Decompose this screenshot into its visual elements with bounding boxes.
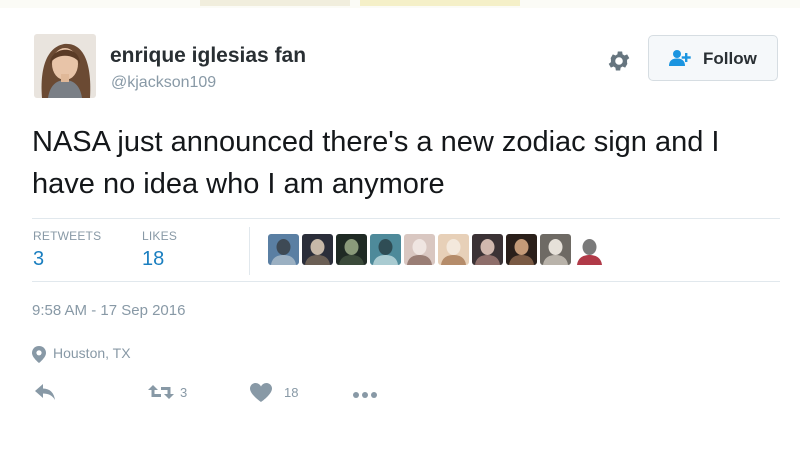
follow-label: Follow <box>703 49 757 68</box>
liker-avatar-4[interactable] <box>370 234 401 265</box>
divider <box>32 281 780 282</box>
location-text[interactable]: Houston, TX <box>53 345 131 361</box>
location-pin-icon <box>32 346 46 363</box>
reply-icon[interactable] <box>34 383 56 406</box>
liker-avatar-8[interactable] <box>506 234 537 265</box>
likes-label: LIKES <box>142 229 178 243</box>
user-handle[interactable]: @kjackson109 <box>111 74 216 92</box>
retweets-count[interactable]: 3 <box>33 248 44 271</box>
avatar[interactable] <box>34 34 96 98</box>
retweets-label: RETWEETS <box>33 229 102 243</box>
more-icon[interactable] <box>352 386 378 404</box>
heart-icon[interactable] <box>250 383 272 407</box>
top-strip-segment <box>360 0 520 6</box>
liker-avatar-6[interactable] <box>438 234 469 265</box>
follow-button[interactable]: Follow <box>648 35 778 81</box>
add-user-icon <box>669 49 691 67</box>
like-count: 18 <box>284 385 299 400</box>
display-name[interactable]: enrique iglesias fan <box>110 44 306 68</box>
liker-avatar-7[interactable] <box>472 234 503 265</box>
likes-count[interactable]: 18 <box>142 248 164 271</box>
liker-avatar-1[interactable] <box>268 234 299 265</box>
retweet-icon[interactable] <box>148 383 174 406</box>
liker-avatar-5[interactable] <box>404 234 435 265</box>
liker-avatar-10[interactable] <box>574 234 605 265</box>
liker-avatar-2[interactable] <box>302 234 333 265</box>
top-strip-segment <box>200 0 350 6</box>
divider <box>32 218 780 219</box>
stats-separator <box>249 227 250 275</box>
tweet-text: NASA just announced there's a new zodiac… <box>32 126 720 200</box>
liker-avatar-3[interactable] <box>336 234 367 265</box>
timestamp[interactable]: 9:58 AM - 17 Sep 2016 <box>32 302 185 319</box>
top-strip <box>0 0 800 8</box>
gear-icon[interactable] <box>606 48 632 74</box>
retweet-count: 3 <box>180 385 188 400</box>
liker-avatar-9[interactable] <box>540 234 571 265</box>
